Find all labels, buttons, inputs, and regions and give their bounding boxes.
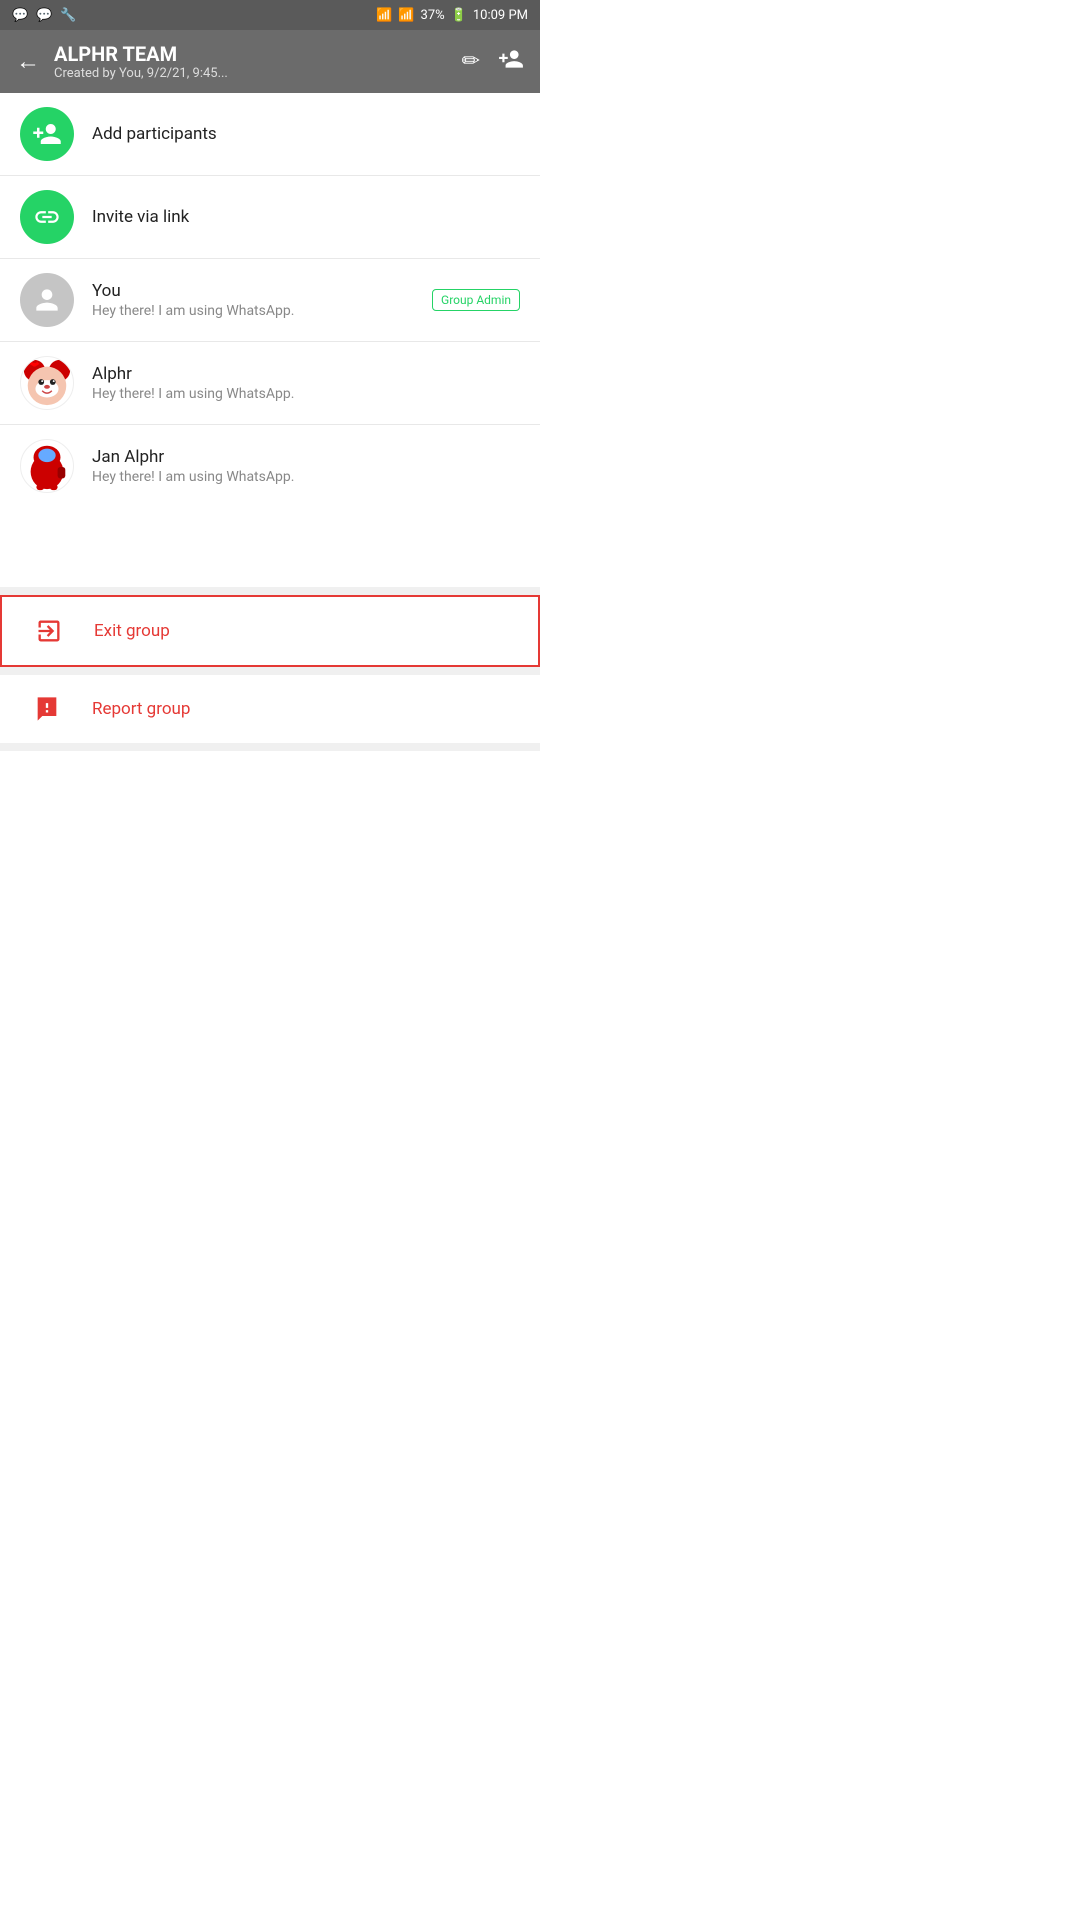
alphr-text: Alphr Hey there! I am using WhatsApp. [92, 364, 520, 402]
add-participants-avatar [20, 107, 74, 161]
settings-icon: 🔧 [60, 8, 76, 23]
invite-link-avatar [20, 190, 74, 244]
wifi-icon: 📶 [376, 8, 392, 23]
you-name: You [92, 281, 414, 301]
back-button[interactable]: ← [16, 47, 40, 76]
you-avatar [20, 273, 74, 327]
alphr-avatar [20, 356, 74, 410]
you-item[interactable]: You Hey there! I am using WhatsApp. Grou… [0, 259, 540, 342]
group-subtitle: Created by You, 9/2/21, 9:45... [54, 66, 448, 81]
exit-group-wrapper: Exit group [0, 595, 540, 667]
status-bar: 💬 💬 🔧 📶 📶 37% 🔋 10:09 PM [0, 0, 540, 30]
section-divider-1 [0, 587, 540, 595]
add-participants-label: Add participants [92, 124, 520, 144]
add-participants-text: Add participants [92, 124, 520, 144]
report-group-icon [20, 695, 74, 723]
add-participants-item[interactable]: Add participants [0, 93, 540, 176]
time-display: 10:09 PM [473, 8, 528, 23]
alphr-name: Alphr [92, 364, 520, 384]
jan-alphr-status: Hey there! I am using WhatsApp. [92, 469, 520, 485]
you-status: Hey there! I am using WhatsApp. [92, 303, 414, 319]
section-divider-3 [0, 743, 540, 751]
invite-link-text: Invite via link [92, 207, 520, 227]
jan-alphr-item[interactable]: Jan Alphr Hey there! I am using WhatsApp… [0, 425, 540, 507]
alphr-item[interactable]: Alphr Hey there! I am using WhatsApp. [0, 342, 540, 425]
jan-alphr-text: Jan Alphr Hey there! I am using WhatsApp… [92, 447, 520, 485]
status-bar-right: 📶 📶 37% 🔋 10:09 PM [376, 8, 528, 23]
you-text: You Hey there! I am using WhatsApp. [92, 281, 414, 319]
invite-link-item[interactable]: Invite via link [0, 176, 540, 259]
status-bar-left-icons: 💬 💬 🔧 [12, 8, 77, 23]
header-actions: ✏ [462, 46, 524, 78]
signal-icon: 📶 [398, 8, 414, 23]
wechat-icon: 💬 [12, 8, 28, 23]
header: ← ALPHR TEAM Created by You, 9/2/21, 9:4… [0, 30, 540, 93]
report-group-item[interactable]: Report group [0, 675, 540, 743]
group-name: ALPHR TEAM [54, 42, 448, 66]
battery-percent: 37% [421, 8, 445, 23]
exit-group-label: Exit group [94, 621, 170, 641]
jan-alphr-name: Jan Alphr [92, 447, 520, 467]
exit-group-icon [22, 617, 76, 645]
alphr-status: Hey there! I am using WhatsApp. [92, 386, 520, 402]
edit-icon[interactable]: ✏ [462, 49, 480, 74]
report-group-label: Report group [92, 699, 190, 719]
section-divider-2 [0, 667, 540, 675]
participants-list: Add participants Invite via link You Hey… [0, 93, 540, 507]
jan-alphr-avatar [20, 439, 74, 493]
invite-link-label: Invite via link [92, 207, 520, 227]
group-admin-badge: Group Admin [432, 289, 520, 311]
add-participant-icon[interactable] [498, 46, 524, 78]
exit-group-item[interactable]: Exit group [2, 597, 538, 665]
header-title-area: ALPHR TEAM Created by You, 9/2/21, 9:45.… [54, 42, 448, 81]
messenger-icon: 💬 [36, 8, 52, 23]
battery-icon: 🔋 [451, 8, 467, 23]
